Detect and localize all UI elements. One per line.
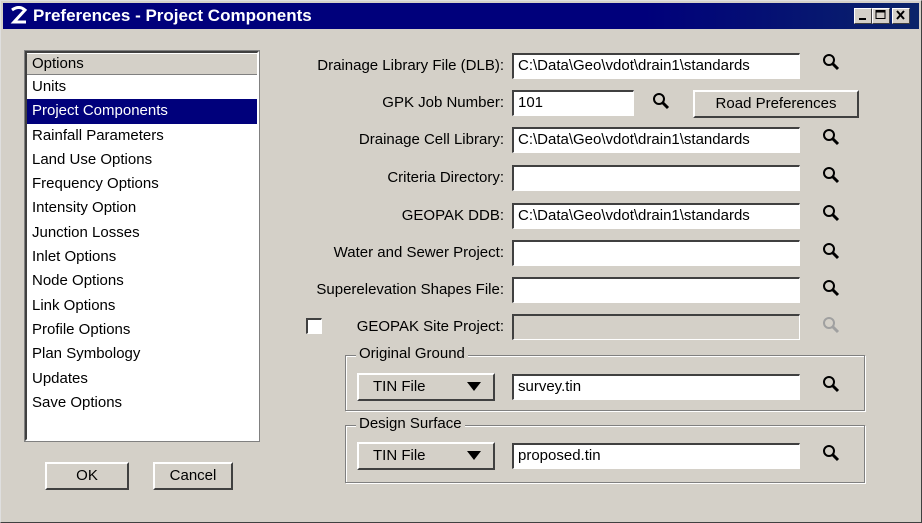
design-surface-browse-magnifier-icon[interactable] bbox=[821, 443, 841, 463]
list-item-inlet-options[interactable]: Inlet Options bbox=[27, 245, 257, 269]
list-item-rainfall-parameters[interactable]: Rainfall Parameters bbox=[27, 124, 257, 148]
dropdown-arrow-icon bbox=[467, 382, 481, 391]
gpk-field[interactable]: 101 bbox=[512, 90, 634, 116]
superelevation-label: Superelevation Shapes File: bbox=[316, 281, 504, 298]
list-item-link-options[interactable]: Link Options bbox=[27, 294, 257, 318]
superelevation-field[interactable] bbox=[512, 277, 800, 303]
list-item-land-use-options[interactable]: Land Use Options bbox=[27, 148, 257, 172]
list-item-save-options[interactable]: Save Options bbox=[27, 391, 257, 415]
list-item-profile-options[interactable]: Profile Options bbox=[27, 318, 257, 342]
list-item-node-options[interactable]: Node Options bbox=[27, 269, 257, 293]
gpk-browse-magnifier-icon[interactable] bbox=[651, 91, 671, 111]
criteria-browse-magnifier-icon[interactable] bbox=[821, 165, 841, 185]
site-project-label: GEOPAK Site Project: bbox=[356, 318, 504, 335]
options-list-header: Options bbox=[27, 53, 257, 75]
water-sewer-browse-magnifier-icon[interactable] bbox=[821, 241, 841, 261]
options-list[interactable]: Options Units Project Components Rainfal… bbox=[24, 50, 260, 442]
site-project-browse-magnifier-icon bbox=[823, 317, 840, 334]
ok-button[interactable]: OK bbox=[45, 462, 129, 490]
superelevation-browse-magnifier-icon[interactable] bbox=[821, 278, 841, 298]
app-logo-icon bbox=[10, 6, 28, 24]
list-item-updates[interactable]: Updates bbox=[27, 367, 257, 391]
list-item-intensity-option[interactable]: Intensity Option bbox=[27, 196, 257, 220]
original-ground-browse-magnifier-icon[interactable] bbox=[821, 374, 841, 394]
list-item-units[interactable]: Units bbox=[27, 75, 257, 99]
minimize-icon bbox=[859, 18, 866, 20]
cell-library-browse-magnifier-icon[interactable] bbox=[821, 127, 841, 147]
options-items: Units Project Components Rainfall Parame… bbox=[27, 75, 257, 415]
list-item-project-components[interactable]: Project Components bbox=[27, 99, 257, 124]
dlb-field[interactable]: C:\Data\Geo\vdot\drain1\standards bbox=[512, 53, 800, 79]
site-project-checkbox[interactable] bbox=[306, 318, 322, 334]
cell-library-label: Drainage Cell Library: bbox=[358, 131, 504, 148]
design-surface-file-field[interactable]: proposed.tin bbox=[512, 443, 800, 469]
close-button[interactable] bbox=[892, 8, 910, 24]
design-surface-legend: Design Surface bbox=[356, 415, 465, 432]
original-ground-type-value: TIN File bbox=[373, 378, 426, 395]
design-surface-type-dropdown[interactable]: TIN File bbox=[357, 442, 495, 470]
maximize-icon bbox=[875, 10, 886, 19]
gpk-label: GPK Job Number: bbox=[382, 94, 504, 111]
design-surface-type-value: TIN File bbox=[373, 447, 426, 464]
dropdown-arrow-icon bbox=[467, 451, 481, 460]
dlb-label: Drainage Library File (DLB): bbox=[317, 57, 504, 74]
window-title: Preferences - Project Components bbox=[33, 6, 312, 25]
water-sewer-label: Water and Sewer Project: bbox=[333, 244, 504, 261]
original-ground-legend: Original Ground bbox=[356, 345, 468, 362]
ddb-field[interactable]: C:\Data\Geo\vdot\drain1\standards bbox=[512, 203, 800, 229]
original-ground-type-dropdown[interactable]: TIN File bbox=[357, 373, 495, 401]
criteria-label: Criteria Directory: bbox=[387, 169, 504, 186]
original-ground-file-field[interactable]: survey.tin bbox=[512, 374, 800, 400]
preferences-window: Preferences - Project Components Options… bbox=[0, 0, 922, 523]
criteria-field[interactable] bbox=[512, 165, 800, 191]
water-sewer-field[interactable] bbox=[512, 240, 800, 266]
list-item-frequency-options[interactable]: Frequency Options bbox=[27, 172, 257, 196]
list-item-junction-losses[interactable]: Junction Losses bbox=[27, 221, 257, 245]
road-preferences-button[interactable]: Road Preferences bbox=[693, 90, 859, 118]
maximize-button[interactable] bbox=[872, 8, 890, 24]
cancel-button[interactable]: Cancel bbox=[153, 462, 233, 490]
title-bar[interactable]: Preferences - Project Components bbox=[3, 3, 919, 29]
ddb-browse-magnifier-icon[interactable] bbox=[821, 203, 841, 223]
list-item-plan-symbology[interactable]: Plan Symbology bbox=[27, 342, 257, 366]
dlb-browse-magnifier-icon[interactable] bbox=[821, 52, 841, 72]
minimize-button[interactable] bbox=[854, 8, 872, 24]
site-project-field bbox=[512, 314, 800, 340]
close-icon bbox=[896, 10, 905, 20]
cell-library-field[interactable]: C:\Data\Geo\vdot\drain1\standards bbox=[512, 127, 800, 153]
ddb-label: GEOPAK DDB: bbox=[401, 207, 504, 224]
